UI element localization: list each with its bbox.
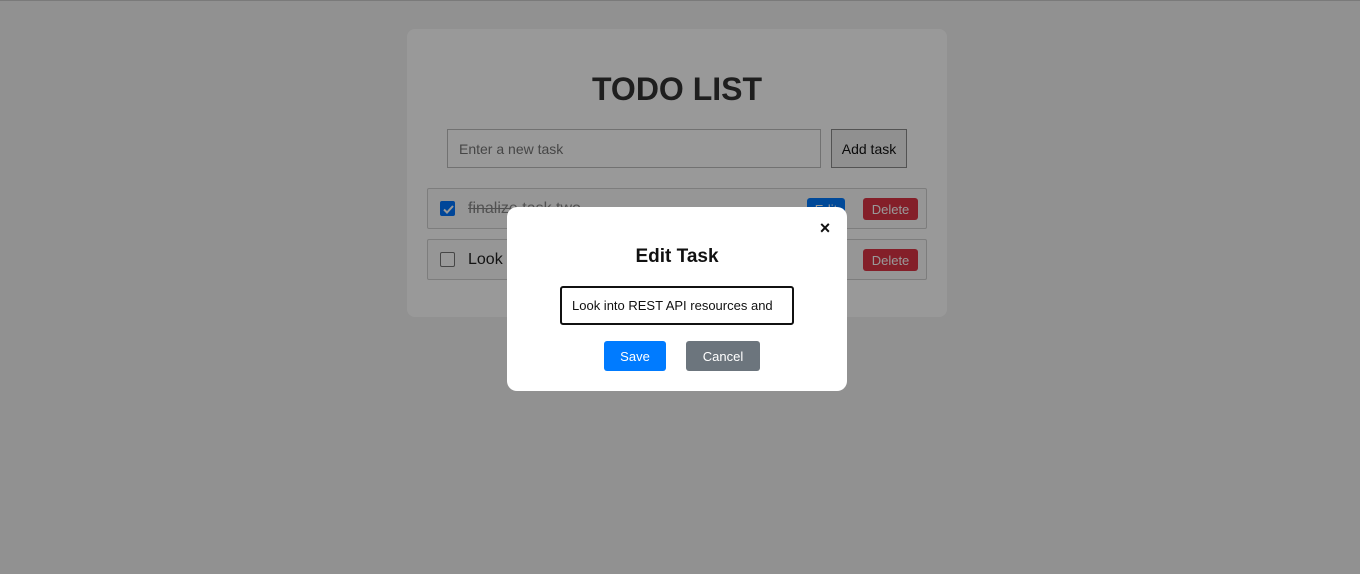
edit-task-modal: × Edit Task Save Cancel [507, 207, 847, 391]
modal-title: Edit Task [635, 246, 719, 267]
edit-task-input[interactable] [560, 286, 794, 325]
close-icon[interactable]: × [815, 218, 835, 238]
cancel-button[interactable]: Cancel [686, 341, 760, 371]
save-button[interactable]: Save [604, 341, 666, 371]
